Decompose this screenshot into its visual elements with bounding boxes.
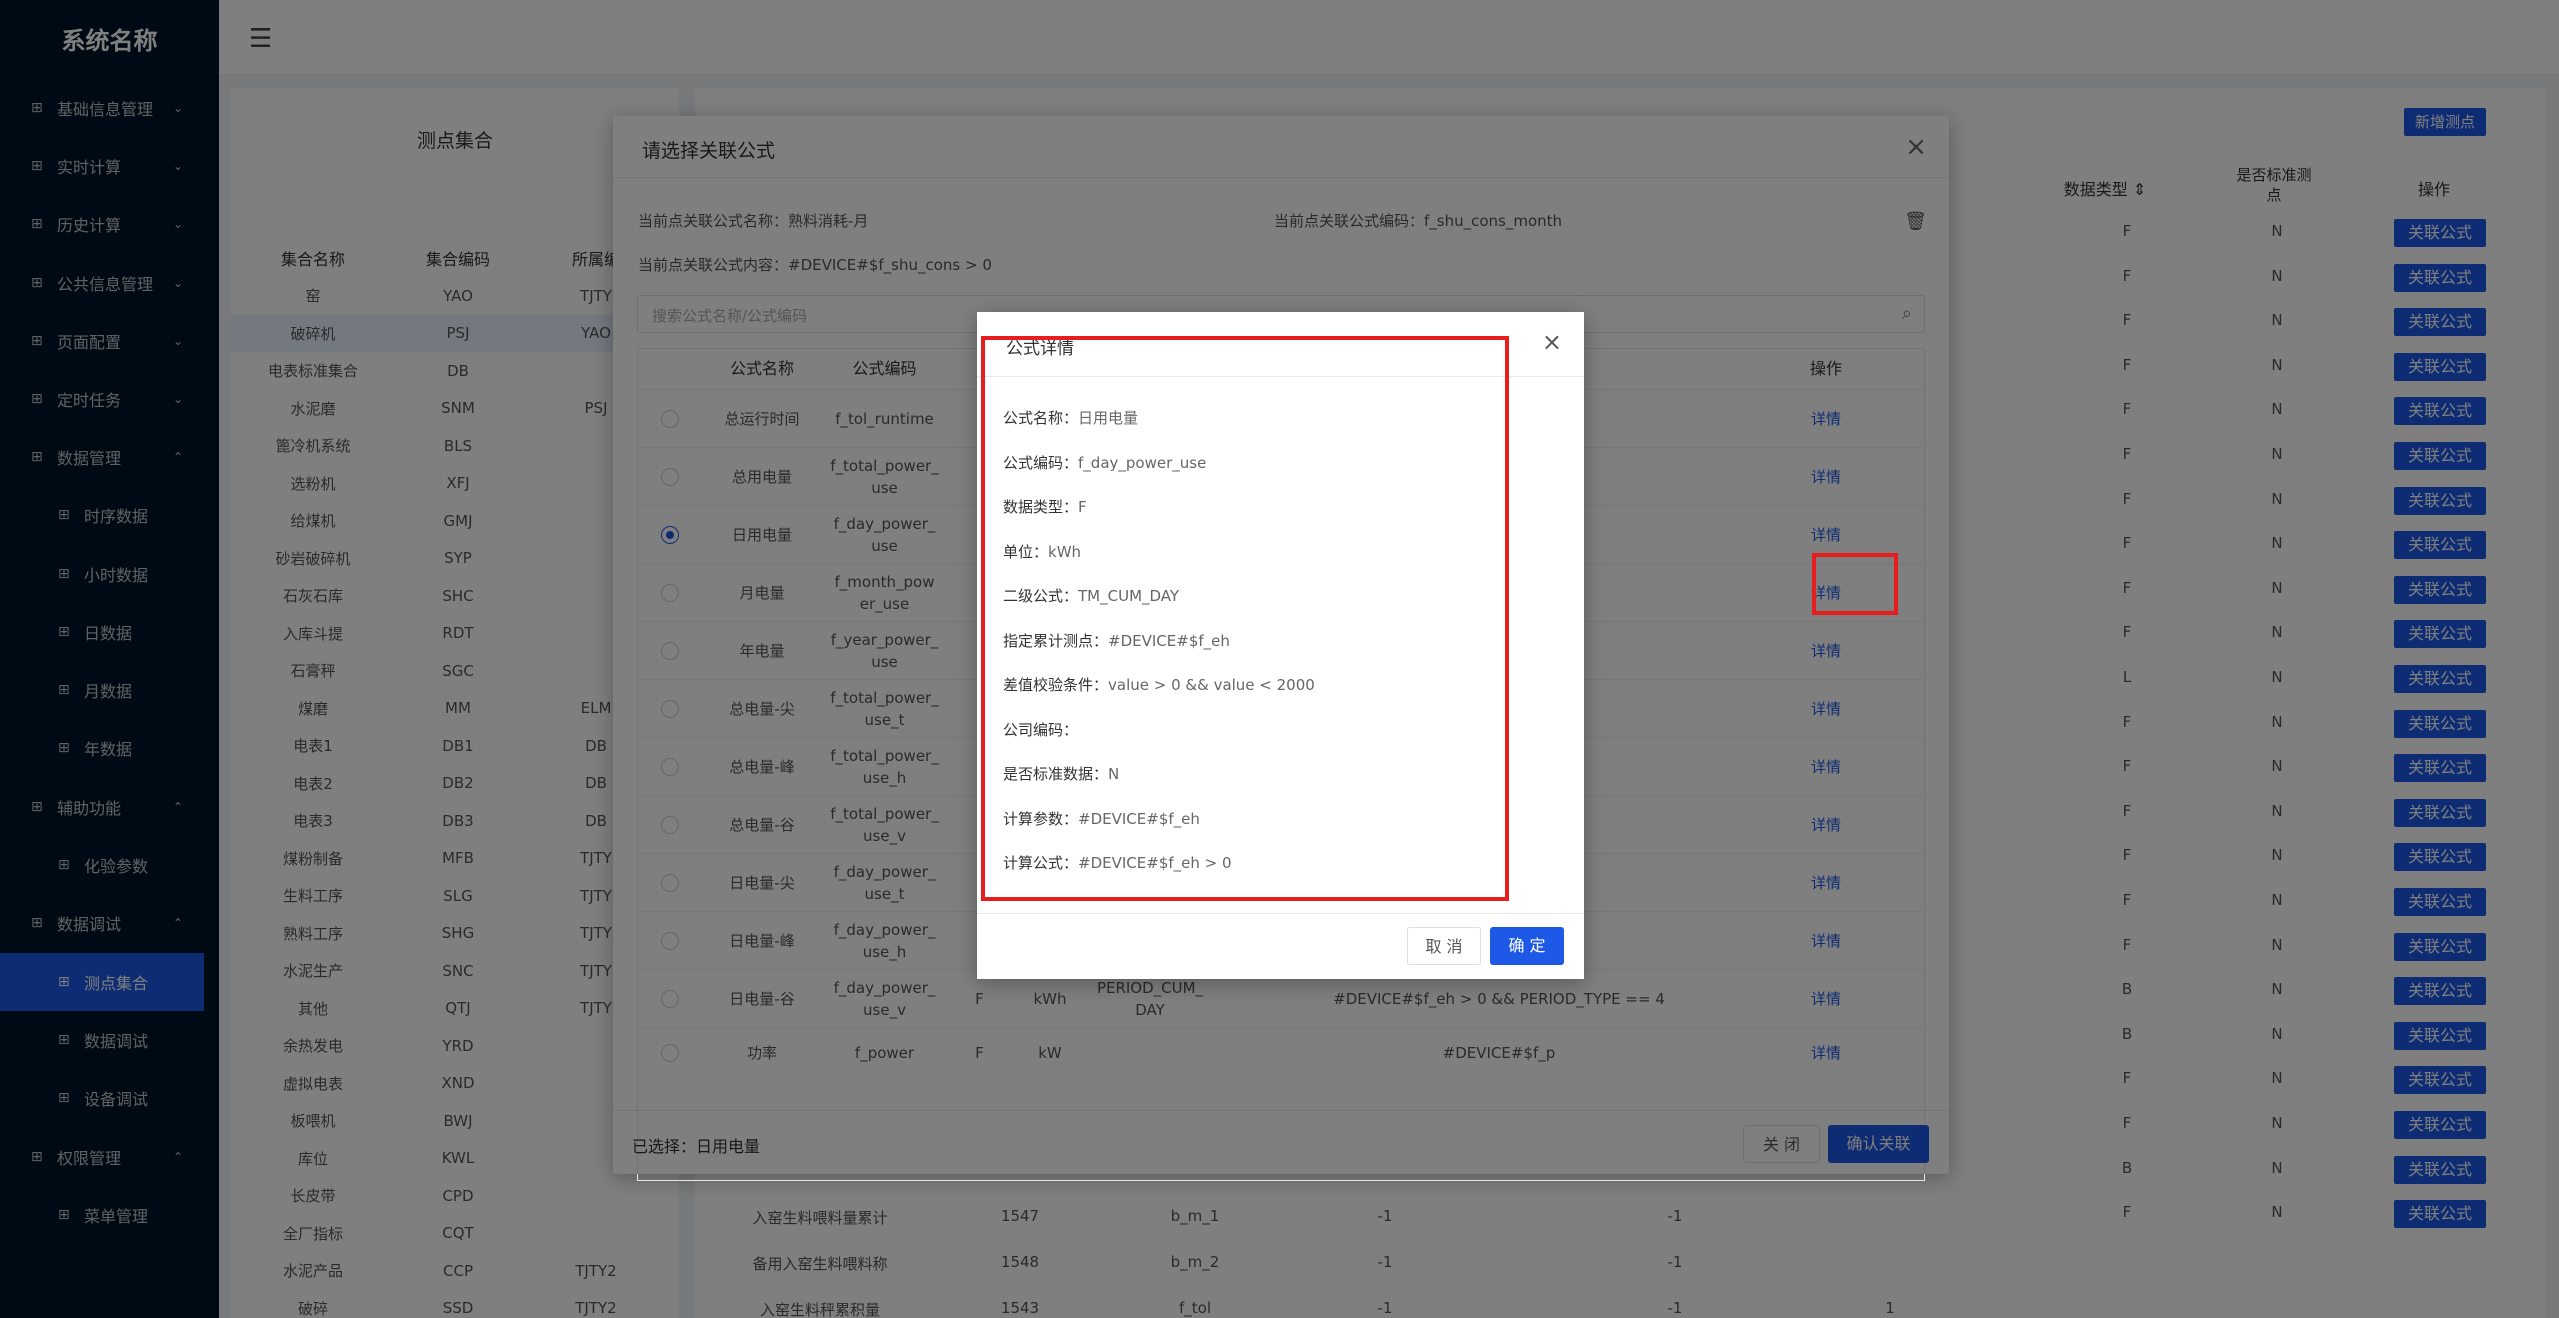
cancel-button[interactable]: 取 消	[1407, 927, 1481, 965]
highlight-box-detail-link	[1812, 553, 1898, 615]
highlight-box-detail	[981, 336, 1509, 901]
ok-button[interactable]: 确 定	[1490, 927, 1564, 965]
divider	[977, 913, 1584, 914]
close-icon[interactable]: ×	[1542, 328, 1562, 356]
